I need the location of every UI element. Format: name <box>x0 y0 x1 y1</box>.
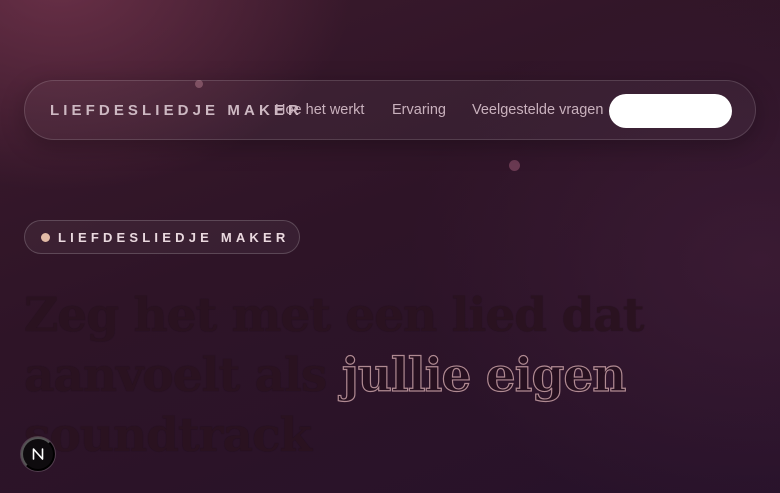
hero-badge: LIEFDESLIEDJE MAKER <box>24 220 300 254</box>
nextjs-n-icon <box>32 448 44 460</box>
hero-headline: Zeg het met een lied dat aanvoelt als ju… <box>24 286 644 466</box>
navbar: LIEFDESLIEDJE MAKER Hoe het werkt Ervari… <box>24 80 756 140</box>
headline-part-2: soundtrack <box>24 408 312 463</box>
nextjs-dev-tools-button[interactable] <box>21 437 55 471</box>
brand-logo-text[interactable]: LIEFDESLIEDJE MAKER <box>50 102 303 119</box>
headline-accent: jullie eigen <box>341 347 627 403</box>
nav-link-experience[interactable]: Ervaring <box>392 102 446 118</box>
nav-link-how-it-works[interactable]: Hoe het werkt <box>275 102 364 118</box>
decorative-dot <box>509 160 520 171</box>
nav-cta-button[interactable] <box>609 94 732 128</box>
nav-link-faq[interactable]: Veelgestelde vragen <box>472 102 603 118</box>
badge-dot-icon <box>41 233 50 242</box>
hero-badge-label: LIEFDESLIEDJE MAKER <box>58 230 290 245</box>
